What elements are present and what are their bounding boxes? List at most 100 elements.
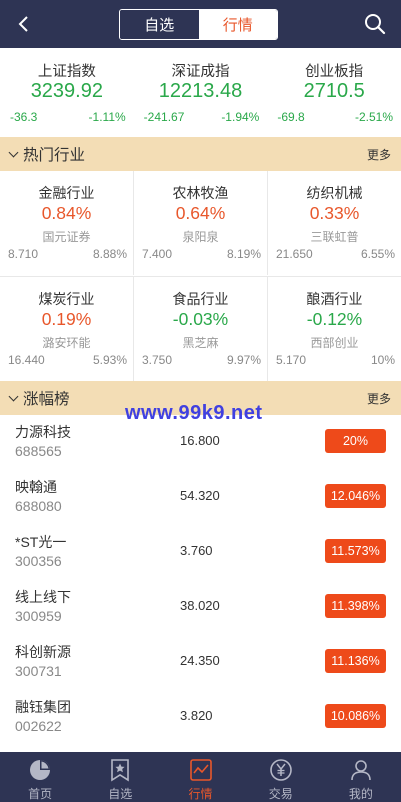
leading-stock-rate: 10% bbox=[370, 353, 395, 367]
nav-home[interactable]: 首页 bbox=[0, 752, 80, 802]
section-title: 涨幅榜 bbox=[8, 381, 70, 415]
stock-price: 16.800 bbox=[180, 433, 220, 448]
index-card[interactable]: 深证成指 12213.48 -241.67 -1.94% bbox=[134, 48, 268, 136]
industry-name: 食品行业 bbox=[172, 291, 229, 307]
leading-stock-price: 21.650 bbox=[276, 247, 313, 261]
index-card[interactable]: 创业板指 2710.5 -69.8 -2.51% bbox=[267, 48, 401, 136]
industry-name: 酿酒行业 bbox=[306, 291, 363, 307]
index-change: -69.8 bbox=[277, 110, 305, 124]
index-name: 深证成指 bbox=[171, 64, 230, 80]
index-name: 创业板指 bbox=[305, 64, 364, 80]
industry-name: 农林牧渔 bbox=[172, 185, 229, 201]
more-link[interactable]: 更多 bbox=[367, 137, 391, 171]
tab-market[interactable]: 行情 bbox=[198, 10, 277, 39]
section-title-text: 涨幅榜 bbox=[23, 391, 70, 408]
yen-circle-icon bbox=[268, 757, 294, 783]
stock-code: 300959 bbox=[15, 608, 62, 624]
chevron-down-icon bbox=[8, 147, 19, 157]
stock-name: 映翰通 bbox=[15, 479, 57, 495]
chevron-down-icon bbox=[8, 391, 19, 401]
leading-stock-rate: 6.55% bbox=[360, 247, 395, 261]
nav-profile[interactable]: 我的 bbox=[321, 752, 401, 802]
index-change: -241.67 bbox=[143, 110, 185, 124]
watermark: www.99k9.net bbox=[125, 402, 263, 424]
hot-industries-header: 热门行业 更多 bbox=[0, 137, 401, 171]
industry-card[interactable]: 煤炭行业 0.19% 潞安环能 16.440 5.93% bbox=[0, 277, 134, 381]
leading-stock-price: 7.400 bbox=[142, 247, 173, 261]
industry-grid-row: 金融行业 0.84% 国元证券 8.710 8.88% 农林牧渔 0.64% 泉… bbox=[0, 171, 401, 275]
stock-code: 688080 bbox=[15, 498, 62, 514]
stock-code: 300356 bbox=[15, 553, 62, 569]
index-percent: -1.94% bbox=[221, 110, 260, 124]
user-icon bbox=[348, 757, 374, 783]
industry-percent: -0.03% bbox=[172, 309, 229, 329]
stock-name: 融钰集团 bbox=[15, 699, 71, 715]
industry-name: 煤炭行业 bbox=[38, 291, 95, 307]
leading-stock-rate: 8.88% bbox=[92, 247, 127, 261]
nav-label: 自选 bbox=[108, 787, 133, 801]
view-toggle: 自选 行情 bbox=[119, 9, 278, 40]
index-card[interactable]: 上证指数 3239.92 -36.3 -1.11% bbox=[0, 48, 134, 136]
industry-grid-row: 煤炭行业 0.19% 潞安环能 16.440 5.93% 食品行业 -0.03%… bbox=[0, 277, 401, 381]
stock-code: 002622 bbox=[15, 718, 62, 734]
list-item[interactable]: *ST光一 300356 3.760 11.573% bbox=[0, 527, 401, 582]
index-percent: -2.51% bbox=[354, 110, 394, 124]
leading-stock-price: 16.440 bbox=[8, 353, 45, 367]
stock-price: 3.760 bbox=[180, 543, 213, 558]
stock-name: *ST光一 bbox=[15, 534, 67, 550]
nav-watchlist[interactable]: 自选 bbox=[80, 752, 160, 802]
list-item[interactable]: 科创新源 300731 24.350 11.136% bbox=[0, 637, 401, 692]
industry-card[interactable]: 纺织机械 0.33% 三联虹普 21.650 6.55% bbox=[268, 171, 401, 275]
index-change: -36.3 bbox=[10, 110, 38, 124]
nav-label: 首页 bbox=[28, 787, 53, 801]
change-badge: 20% bbox=[325, 429, 386, 453]
stock-name: 科创新源 bbox=[15, 644, 71, 660]
stock-price: 38.020 bbox=[180, 598, 220, 613]
index-value: 3239.92 bbox=[30, 80, 103, 102]
industry-percent: 0.84% bbox=[41, 203, 92, 223]
market-indices: 上证指数 3239.92 -36.3 -1.11% 深证成指 12213.48 … bbox=[0, 48, 401, 136]
industry-percent: 0.19% bbox=[41, 309, 92, 329]
stock-name: 力源科技 bbox=[15, 424, 71, 440]
bookmark-star-icon bbox=[107, 757, 133, 783]
stock-code: 300731 bbox=[15, 663, 62, 679]
trend-chart-icon bbox=[188, 757, 214, 783]
section-title-text: 热门行业 bbox=[23, 147, 86, 164]
pie-chart-icon bbox=[27, 757, 53, 783]
back-button[interactable] bbox=[10, 10, 38, 38]
change-badge: 11.136% bbox=[325, 649, 386, 673]
leading-stock-price: 3.750 bbox=[142, 353, 173, 367]
industry-card[interactable]: 农林牧渔 0.64% 泉阳泉 7.400 8.19% bbox=[134, 171, 268, 275]
tab-watchlist[interactable]: 自选 bbox=[120, 10, 199, 39]
index-name: 上证指数 bbox=[37, 64, 96, 80]
nav-label: 行情 bbox=[188, 787, 213, 801]
industry-percent: 0.64% bbox=[175, 203, 226, 223]
index-value: 12213.48 bbox=[158, 80, 243, 102]
search-button[interactable] bbox=[361, 10, 389, 38]
list-item[interactable]: 融钰集团 002622 3.820 10.086% bbox=[0, 692, 401, 747]
list-item[interactable]: 映翰通 688080 54.320 12.046% bbox=[0, 472, 401, 527]
nav-market[interactable]: 行情 bbox=[160, 752, 240, 802]
index-value: 2710.5 bbox=[303, 80, 365, 102]
chevron-left-icon bbox=[18, 16, 28, 32]
industry-percent: -0.12% bbox=[306, 309, 363, 329]
industry-card[interactable]: 酿酒行业 -0.12% 西部创业 5.170 10% bbox=[268, 277, 401, 381]
leading-stock-price: 8.710 bbox=[8, 247, 39, 261]
nav-label: 交易 bbox=[268, 787, 293, 801]
industry-name: 纺织机械 bbox=[306, 185, 363, 201]
industry-percent: 0.33% bbox=[309, 203, 360, 223]
list-item[interactable]: 线上线下 300959 38.020 11.398% bbox=[0, 582, 401, 637]
leading-stock: 三联虹普 bbox=[310, 230, 359, 244]
leading-stock-rate: 5.93% bbox=[92, 353, 127, 367]
leading-stock: 泉阳泉 bbox=[182, 230, 219, 244]
bottom-nav: 首页 自选 行情 交易 我的 bbox=[0, 752, 401, 802]
nav-trade[interactable]: 交易 bbox=[241, 752, 321, 802]
stock-code: 688565 bbox=[15, 443, 62, 459]
nav-label: 我的 bbox=[348, 787, 373, 801]
more-link[interactable]: 更多 bbox=[367, 381, 391, 415]
industry-card[interactable]: 金融行业 0.84% 国元证券 8.710 8.88% bbox=[0, 171, 134, 275]
leading-stock: 国元证券 bbox=[42, 230, 91, 244]
industry-card[interactable]: 食品行业 -0.03% 黑芝麻 3.750 9.97% bbox=[134, 277, 268, 381]
stock-price: 24.350 bbox=[180, 653, 220, 668]
list-item[interactable]: 力源科技 688565 16.800 20% bbox=[0, 417, 401, 472]
